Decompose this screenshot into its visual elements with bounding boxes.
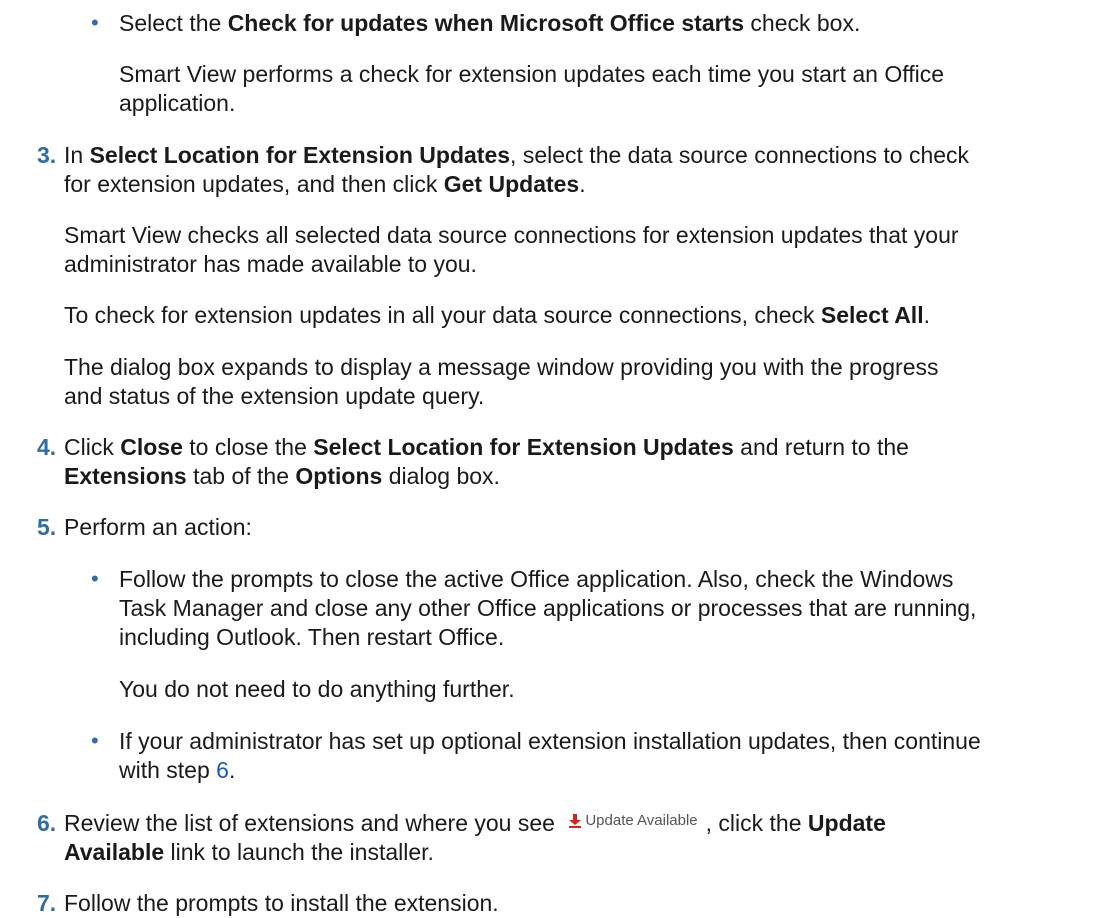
bullet-result-line-2: application.	[119, 90, 236, 116]
step-3-line-1: In Select Location for Extension Updates…	[64, 142, 970, 168]
step-3-line-2: for extension updates, and then click Ge…	[64, 171, 586, 197]
step-5-bullet-b-line-1: If your administrator has set up optiona…	[119, 728, 981, 754]
step-3-para1-line-1: Smart View checks all selected data sour…	[64, 222, 959, 248]
step-5-bullet-a-line-2: Task Manager and close any other Office …	[119, 595, 977, 621]
step-3-para1-line-2: administrator has made available to you.	[64, 251, 477, 277]
step-5-number: 5.	[37, 514, 57, 540]
bullet-result-line-1: Smart View performs a check for extensio…	[119, 61, 944, 87]
step-5-bullet-b-line-2: with step 6.	[119, 757, 236, 783]
update-available-image: Update Available	[569, 806, 698, 836]
step-5-text: Perform an action:	[64, 514, 252, 540]
step-4-number: 4.	[37, 434, 57, 460]
bullet-dot-icon: •	[91, 566, 99, 591]
document-page: • Select the Check for updates when Micr…	[0, 0, 1111, 918]
step-6-link[interactable]: 6	[216, 757, 229, 783]
download-arrow-icon	[569, 814, 582, 828]
step-7-text: Follow the prompts to install the extens…	[64, 890, 499, 916]
step-4-line-2: Extensions tab of the Options dialog box…	[64, 463, 500, 489]
step-3-number: 3.	[37, 142, 57, 168]
step-5-bullet-a-result: You do not need to do anything further.	[119, 676, 515, 702]
step-5-bullet-a-line-1: Follow the prompts to close the active O…	[119, 566, 954, 592]
step-3-para2: To check for extension updates in all yo…	[64, 302, 930, 328]
step-6-line-1: Review the list of extensions and where …	[64, 808, 886, 839]
step-7-number: 7.	[37, 890, 57, 916]
step-3-para3-line-1: The dialog box expands to display a mess…	[64, 354, 939, 380]
bullet-select-checkbox-text: Select the Check for updates when Micros…	[119, 10, 861, 36]
step-3-para3-line-2: and status of the extension update query…	[64, 383, 485, 409]
step-6-line-2: Available link to launch the installer.	[64, 839, 434, 865]
bullet-dot-icon: •	[91, 10, 99, 35]
step-6-number: 6.	[37, 810, 57, 836]
step-5-bullet-a-line-3: including Outlook. Then restart Office.	[119, 624, 505, 650]
bullet-dot-icon: •	[91, 728, 99, 753]
step-4-line-1: Click Close to close the Select Location…	[64, 434, 909, 460]
